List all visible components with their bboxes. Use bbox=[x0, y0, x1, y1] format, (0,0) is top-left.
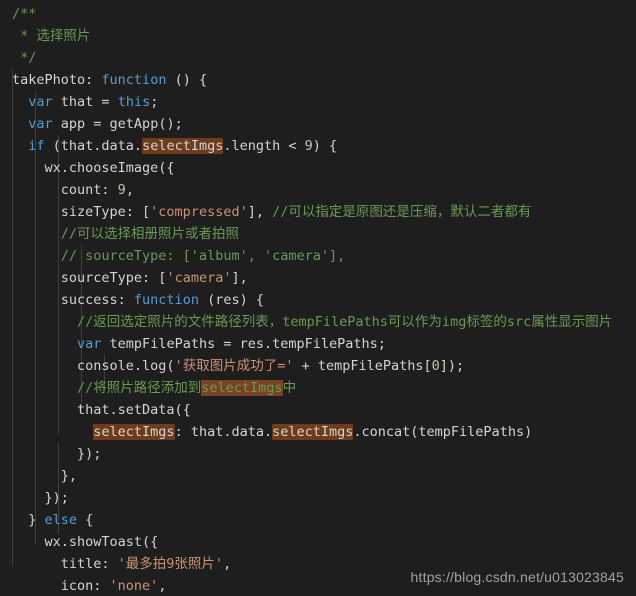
comment-token: //将照片路径添加到selectImgs中 bbox=[12, 380, 297, 396]
find-match-highlight[interactable]: selectImgs bbox=[272, 424, 354, 440]
code-line[interactable]: takePhoto: function () { bbox=[0, 69, 636, 91]
code-line[interactable]: sourceType: ['camera'], bbox=[0, 267, 636, 289]
code-line[interactable]: //可以选择相册照片或者拍照 bbox=[0, 223, 636, 245]
code-line[interactable]: wx.showToast({ bbox=[0, 531, 636, 553]
keyword-function: function bbox=[101, 72, 167, 88]
code-line[interactable]: success: function (res) { bbox=[0, 289, 636, 311]
code-line[interactable]: //将照片路径添加到selectImgs中 bbox=[0, 377, 636, 399]
find-match-highlight[interactable]: selectImgs bbox=[142, 138, 224, 154]
code-line[interactable]: if (that.data.selectImgs.length < 9) { bbox=[0, 135, 636, 157]
string-token: '最多拍9张照片' bbox=[117, 556, 224, 572]
keyword-var: var bbox=[28, 94, 53, 110]
string-token: 'compressed' bbox=[150, 204, 248, 220]
string-token: 'none' bbox=[109, 578, 159, 594]
string-token: 'camera' bbox=[166, 270, 232, 286]
keyword-function: function bbox=[133, 292, 199, 308]
code-line[interactable]: var that = this; bbox=[0, 91, 636, 113]
code-line[interactable]: that.setData({ bbox=[0, 399, 636, 421]
code-line[interactable]: //返回选定照片的文件路径列表，tempFilePaths可以作为img标签的s… bbox=[0, 311, 636, 333]
code-line[interactable]: count: 9, bbox=[0, 179, 636, 201]
code-line[interactable]: console.log('获取图片成功了=' + tempFilePaths[0… bbox=[0, 355, 636, 377]
find-match-highlight[interactable]: selectImgs bbox=[201, 380, 283, 396]
code-line[interactable]: sizeType: ['compressed'], //可以指定是原图还是压缩，… bbox=[0, 201, 636, 223]
comment-token: //返回选定照片的文件路径列表，tempFilePaths可以作为img标签的s… bbox=[12, 314, 613, 330]
code-line[interactable]: /** bbox=[0, 3, 636, 25]
comment-token: //可以指定是原图还是压缩，默认二者都有 bbox=[272, 204, 532, 220]
code-line[interactable]: } else { bbox=[0, 509, 636, 531]
code-line[interactable]: }); bbox=[0, 443, 636, 465]
keyword-this: this bbox=[117, 94, 151, 110]
comment-token: * 选择照片 bbox=[12, 28, 91, 44]
string-token: '获取图片成功了=' bbox=[174, 358, 294, 374]
comment-token: // sourceType: ['album', 'camera'], bbox=[12, 248, 346, 264]
find-match-highlight[interactable]: selectImgs bbox=[93, 424, 175, 440]
code-line[interactable]: selectImgs: that.data.selectImgs.concat(… bbox=[0, 421, 636, 443]
comment-token: //可以选择相册照片或者拍照 bbox=[12, 226, 240, 242]
watermark-url: https://blog.csdn.net/u013023845 bbox=[410, 569, 624, 585]
code-line[interactable]: */ bbox=[0, 47, 636, 69]
comment-token: */ bbox=[12, 50, 37, 66]
comment-token: /** bbox=[12, 6, 37, 22]
code-line[interactable]: var app = getApp(); bbox=[0, 113, 636, 135]
code-line[interactable]: // sourceType: ['album', 'camera'], bbox=[0, 245, 636, 267]
code-line[interactable]: * 选择照片 bbox=[0, 25, 636, 47]
code-line[interactable]: var tempFilePaths = res.tempFilePaths; bbox=[0, 333, 636, 355]
keyword-var: var bbox=[28, 116, 53, 132]
code-line[interactable]: wx.chooseImage({ bbox=[0, 157, 636, 179]
code-line[interactable]: }, bbox=[0, 465, 636, 487]
keyword-var: var bbox=[77, 336, 102, 352]
code-editor[interactable]: /** * 选择照片 */ takePhoto: function () { v… bbox=[0, 0, 636, 596]
keyword-else: else bbox=[44, 512, 78, 528]
keyword-if: if bbox=[28, 138, 45, 154]
code-line[interactable]: }); bbox=[0, 487, 636, 509]
code-lines[interactable]: /** * 选择照片 */ takePhoto: function () { v… bbox=[0, 3, 636, 596]
